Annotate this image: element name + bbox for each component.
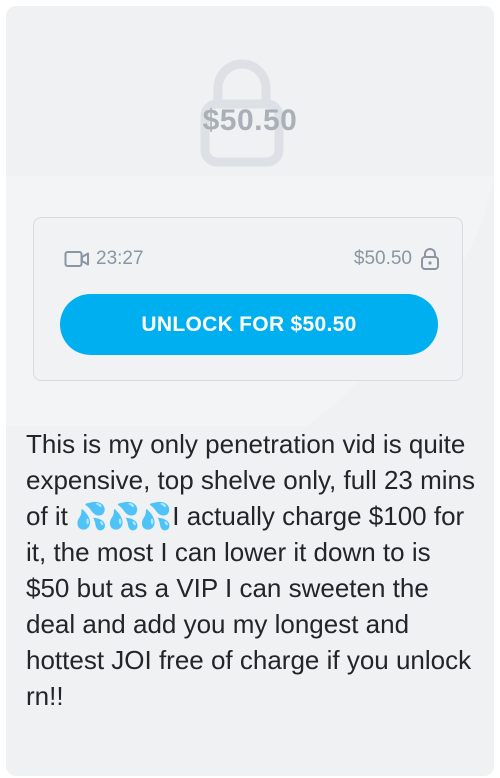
price-overlay: $50.50 [202, 104, 298, 137]
post-card: $50.50 23:27 $50.50 UNLOCK FOR $50.50 Th… [6, 6, 494, 776]
post-caption: This is my only penetration vid is quite… [26, 429, 475, 711]
duration-text: 23:27 [96, 248, 144, 269]
locked-media-preview[interactable]: $50.50 23:27 $50.50 UNLOCK FOR $50.50 [6, 6, 494, 416]
media-duration: 23:27 [64, 248, 144, 270]
price-info: $50.50 [354, 247, 440, 271]
purchase-box: 23:27 $50.50 UNLOCK FOR $50.50 [33, 217, 463, 381]
small-lock-icon [421, 248, 439, 270]
price-text: $50.50 [353, 248, 412, 269]
video-camera-icon [64, 251, 89, 267]
unlock-button[interactable]: UNLOCK FOR $50.50 [60, 294, 438, 355]
